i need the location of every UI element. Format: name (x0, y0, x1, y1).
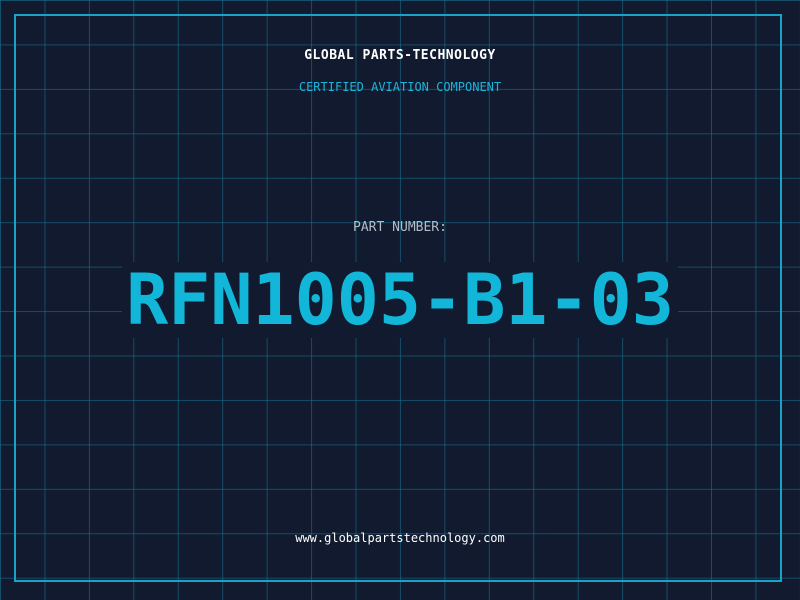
part-number-label: PART NUMBER: (353, 220, 447, 235)
part-number-container: RFN1005-B1-03 (0, 262, 800, 338)
part-number: RFN1005-B1-03 (122, 262, 678, 338)
tagline: CERTIFIED AVIATION COMPONENT (298, 80, 502, 94)
website-url: www.globalpartstechnology.com (295, 531, 505, 545)
company-name: GLOBAL PARTS-TECHNOLOGY (304, 48, 496, 63)
